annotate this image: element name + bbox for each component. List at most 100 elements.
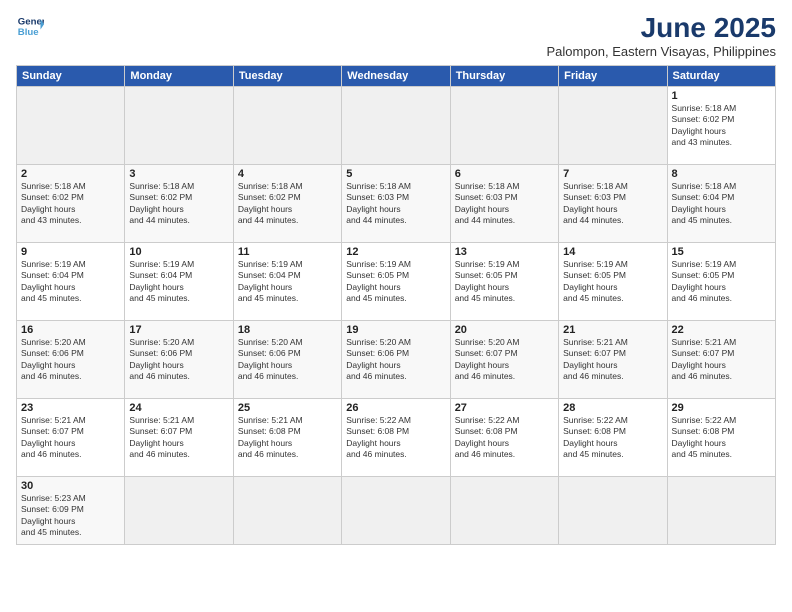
day-info: Sunrise: 5:19 AM Sunset: 6:04 PM Dayligh… [238,259,337,305]
table-row: 12 Sunrise: 5:19 AM Sunset: 6:05 PM Dayl… [342,243,450,321]
table-row: 24 Sunrise: 5:21 AM Sunset: 6:07 PM Dayl… [125,399,233,477]
table-row: 16 Sunrise: 5:20 AM Sunset: 6:06 PM Dayl… [17,321,125,399]
day-number: 20 [455,324,554,336]
table-row [233,477,341,545]
table-row: 11 Sunrise: 5:19 AM Sunset: 6:04 PM Dayl… [233,243,341,321]
day-info: Sunrise: 5:21 AM Sunset: 6:07 PM Dayligh… [672,337,771,383]
day-number: 6 [455,168,554,180]
day-info: Sunrise: 5:19 AM Sunset: 6:05 PM Dayligh… [563,259,662,305]
day-info: Sunrise: 5:20 AM Sunset: 6:07 PM Dayligh… [455,337,554,383]
table-row: 4 Sunrise: 5:18 AM Sunset: 6:02 PM Dayli… [233,165,341,243]
day-info: Sunrise: 5:23 AM Sunset: 6:09 PM Dayligh… [21,493,120,539]
day-info: Sunrise: 5:22 AM Sunset: 6:08 PM Dayligh… [672,415,771,461]
table-row: 21 Sunrise: 5:21 AM Sunset: 6:07 PM Dayl… [559,321,667,399]
day-info: Sunrise: 5:22 AM Sunset: 6:08 PM Dayligh… [455,415,554,461]
subtitle: Palompon, Eastern Visayas, Philippines [546,44,776,59]
svg-text:Blue: Blue [18,27,39,38]
col-sunday: Sunday [17,66,125,87]
day-number: 18 [238,324,337,336]
day-info: Sunrise: 5:21 AM Sunset: 6:07 PM Dayligh… [563,337,662,383]
title-block: June 2025 Palompon, Eastern Visayas, Phi… [546,12,776,59]
header-row: Sunday Monday Tuesday Wednesday Thursday… [17,66,776,87]
day-number: 25 [238,402,337,414]
table-row: 3 Sunrise: 5:18 AM Sunset: 6:02 PM Dayli… [125,165,233,243]
table-row: 2 Sunrise: 5:18 AM Sunset: 6:02 PM Dayli… [17,165,125,243]
day-number: 5 [346,168,445,180]
day-info: Sunrise: 5:19 AM Sunset: 6:05 PM Dayligh… [672,259,771,305]
day-number: 26 [346,402,445,414]
table-row [450,477,558,545]
table-row: 7 Sunrise: 5:18 AM Sunset: 6:03 PM Dayli… [559,165,667,243]
day-info: Sunrise: 5:21 AM Sunset: 6:07 PM Dayligh… [129,415,228,461]
calendar-table: Sunday Monday Tuesday Wednesday Thursday… [16,65,776,545]
day-number: 2 [21,168,120,180]
table-row: 17 Sunrise: 5:20 AM Sunset: 6:06 PM Dayl… [125,321,233,399]
day-info: Sunrise: 5:18 AM Sunset: 6:03 PM Dayligh… [346,181,445,227]
calendar-page: General Blue June 2025 Palompon, Eastern… [0,0,792,612]
table-row: 18 Sunrise: 5:20 AM Sunset: 6:06 PM Dayl… [233,321,341,399]
table-row: 9 Sunrise: 5:19 AM Sunset: 6:04 PM Dayli… [17,243,125,321]
day-info: Sunrise: 5:22 AM Sunset: 6:08 PM Dayligh… [346,415,445,461]
table-row [342,477,450,545]
day-number: 19 [346,324,445,336]
table-row: 26 Sunrise: 5:22 AM Sunset: 6:08 PM Dayl… [342,399,450,477]
col-friday: Friday [559,66,667,87]
table-row [17,87,125,165]
col-tuesday: Tuesday [233,66,341,87]
table-row: 10 Sunrise: 5:19 AM Sunset: 6:04 PM Dayl… [125,243,233,321]
day-info: Sunrise: 5:18 AM Sunset: 6:03 PM Dayligh… [455,181,554,227]
table-row: 14 Sunrise: 5:19 AM Sunset: 6:05 PM Dayl… [559,243,667,321]
table-row: 6 Sunrise: 5:18 AM Sunset: 6:03 PM Dayli… [450,165,558,243]
day-info: Sunrise: 5:20 AM Sunset: 6:06 PM Dayligh… [238,337,337,383]
table-row: 25 Sunrise: 5:21 AM Sunset: 6:08 PM Dayl… [233,399,341,477]
day-number: 30 [21,480,120,492]
day-info: Sunrise: 5:19 AM Sunset: 6:05 PM Dayligh… [455,259,554,305]
day-info: Sunrise: 5:21 AM Sunset: 6:07 PM Dayligh… [21,415,120,461]
logo: General Blue [16,12,44,40]
day-number: 28 [563,402,662,414]
day-info: Sunrise: 5:20 AM Sunset: 6:06 PM Dayligh… [21,337,120,383]
table-row: 8 Sunrise: 5:18 AM Sunset: 6:04 PM Dayli… [667,165,775,243]
day-number: 17 [129,324,228,336]
table-row [559,87,667,165]
table-row: 19 Sunrise: 5:20 AM Sunset: 6:06 PM Dayl… [342,321,450,399]
table-row: 30 Sunrise: 5:23 AM Sunset: 6:09 PM Dayl… [17,477,125,545]
day-info: Sunrise: 5:19 AM Sunset: 6:04 PM Dayligh… [21,259,120,305]
day-number: 21 [563,324,662,336]
col-wednesday: Wednesday [342,66,450,87]
table-row: 28 Sunrise: 5:22 AM Sunset: 6:08 PM Dayl… [559,399,667,477]
day-info: Sunrise: 5:18 AM Sunset: 6:02 PM Dayligh… [21,181,120,227]
day-number: 22 [672,324,771,336]
table-row: 27 Sunrise: 5:22 AM Sunset: 6:08 PM Dayl… [450,399,558,477]
day-info: Sunrise: 5:18 AM Sunset: 6:02 PM Dayligh… [672,103,771,149]
col-saturday: Saturday [667,66,775,87]
day-info: Sunrise: 5:18 AM Sunset: 6:02 PM Dayligh… [238,181,337,227]
header: General Blue June 2025 Palompon, Eastern… [16,12,776,59]
day-number: 10 [129,246,228,258]
col-monday: Monday [125,66,233,87]
logo-icon: General Blue [16,12,44,40]
table-row [233,87,341,165]
day-number: 7 [563,168,662,180]
day-number: 3 [129,168,228,180]
table-row [342,87,450,165]
day-info: Sunrise: 5:20 AM Sunset: 6:06 PM Dayligh… [346,337,445,383]
table-row [559,477,667,545]
day-number: 13 [455,246,554,258]
table-row [450,87,558,165]
day-number: 9 [21,246,120,258]
table-row: 13 Sunrise: 5:19 AM Sunset: 6:05 PM Dayl… [450,243,558,321]
col-thursday: Thursday [450,66,558,87]
table-row [125,87,233,165]
table-row: 1 Sunrise: 5:18 AM Sunset: 6:02 PM Dayli… [667,87,775,165]
day-number: 8 [672,168,771,180]
table-row: 20 Sunrise: 5:20 AM Sunset: 6:07 PM Dayl… [450,321,558,399]
table-row [667,477,775,545]
day-number: 11 [238,246,337,258]
day-info: Sunrise: 5:18 AM Sunset: 6:02 PM Dayligh… [129,181,228,227]
day-number: 16 [21,324,120,336]
table-row: 23 Sunrise: 5:21 AM Sunset: 6:07 PM Dayl… [17,399,125,477]
day-number: 15 [672,246,771,258]
table-row [125,477,233,545]
table-row: 29 Sunrise: 5:22 AM Sunset: 6:08 PM Dayl… [667,399,775,477]
